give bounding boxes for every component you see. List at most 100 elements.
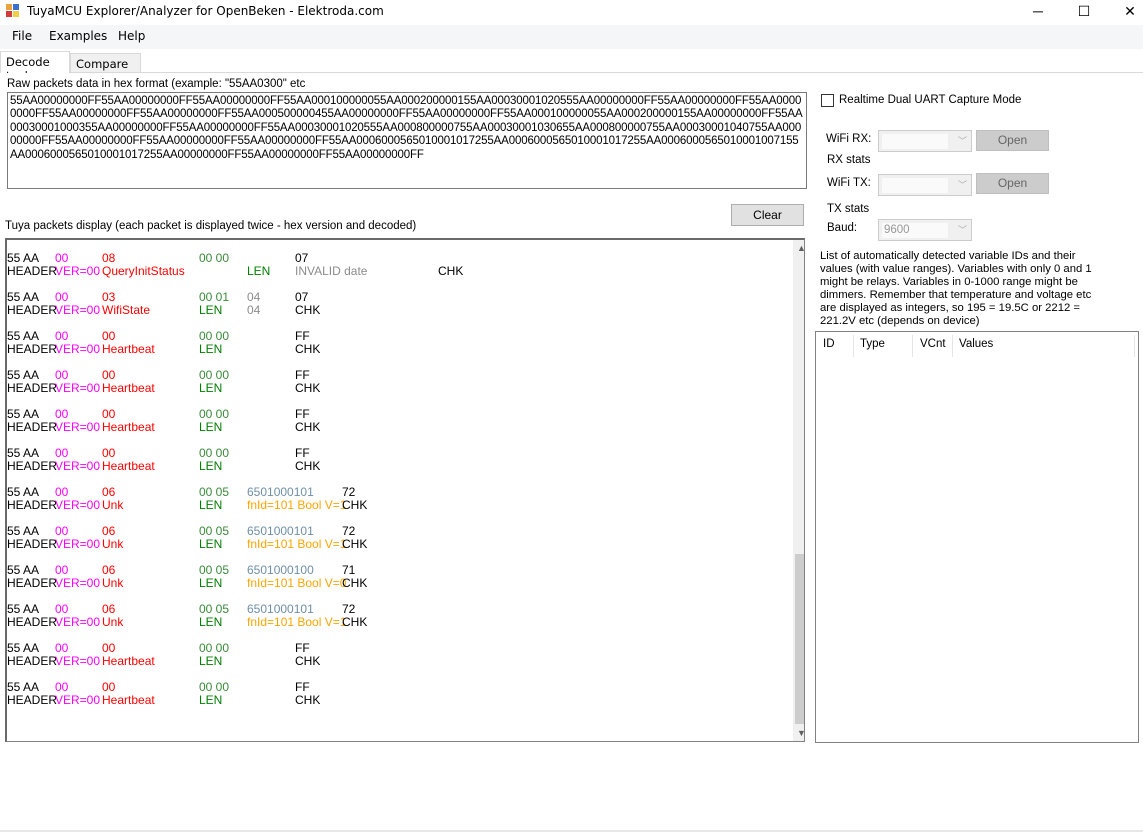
packet-decoded-data: fnId=101 Bool V=0 — [247, 576, 347, 590]
packet-decoded-data: fnId=101 Bool V=1 — [247, 498, 347, 512]
raw-hex-input[interactable]: 55AA00000000FF55AA00000000FF55AA00000000… — [7, 92, 807, 189]
menu-bar: File Examples Help — [0, 25, 1143, 49]
column-header-type[interactable]: Type — [860, 338, 885, 350]
packet-decoded-chk: CHK — [295, 693, 321, 707]
packet-decoded-data: fnId=101 Bool V=1 — [247, 615, 347, 629]
clear-button[interactable]: Clear — [731, 204, 804, 226]
baud-label: Baud: — [827, 222, 858, 234]
packet-decoded-header: HEADER — [7, 654, 58, 668]
packet-decoded-header: HEADER — [7, 420, 58, 434]
window-title: TuyaMCU Explorer/Analyzer for OpenBeken … — [27, 4, 384, 18]
packet-decoded-header: HEADER — [7, 303, 58, 317]
column-divider — [952, 335, 953, 357]
packet-entry: 55 AA 00 00 00 00 FF HEADER VER=00 Heartbeat LEN… — [7, 681, 787, 711]
packet-decoded-len: LEN — [199, 537, 223, 551]
packet-decoded-chk2: CHK — [342, 576, 368, 590]
packet-decoded-cmd: Heartbeat — [102, 342, 155, 356]
minimize-button[interactable]: ─ — [1015, 0, 1061, 25]
packet-entry: 55 AA 00 00 00 00 FF HEADER VER=00 Heartbeat LEN… — [7, 447, 787, 477]
packet-decoded-len: LEN — [199, 420, 223, 434]
rx-stats-label: RX stats — [827, 154, 871, 166]
packet-decoded-ver: VER=00 — [55, 654, 101, 668]
app-icon — [6, 4, 20, 18]
packet-decoded-chk: INVALID date — [295, 264, 368, 278]
variables-list[interactable]: ID Type VCnt Values — [815, 331, 1139, 743]
chevron-down-icon: ﹀ — [957, 180, 967, 190]
packet-decoded-header: HEADER — [7, 342, 58, 356]
wifi-tx-label: WiFi TX: — [827, 177, 871, 189]
open-tx-button[interactable]: Open — [976, 173, 1049, 194]
raw-data-label: Raw packets data in hex format (example:… — [7, 78, 306, 90]
scroll-up-icon[interactable]: ▲ — [793, 240, 804, 257]
scroll-thumb[interactable] — [795, 554, 804, 724]
packet-decoded-cmd: Unk — [102, 537, 124, 551]
packet-decoded-ver: VER=00 — [55, 693, 101, 707]
close-button[interactable]: ✕ — [1107, 0, 1143, 25]
packets-display[interactable]: 55 AA 00 08 00 00 07 HEADER VER=00 QueryInitSta… — [5, 238, 805, 742]
column-divider — [1134, 335, 1135, 357]
realtime-capture-checkbox[interactable] — [821, 94, 834, 107]
menu-examples[interactable]: Examples — [49, 29, 107, 43]
packet-entry: 55 AA 00 06 00 05 6501000101 72 HEADER VER=00 Un… — [7, 486, 787, 516]
packet-decoded-len: LEN — [199, 615, 223, 629]
baud-select[interactable]: 9600 ﹀ — [878, 219, 972, 241]
packet-decoded-len: LEN — [199, 342, 223, 356]
baud-value: 9600 — [882, 223, 948, 238]
packet-decoded-header: HEADER — [7, 615, 58, 629]
open-rx-button[interactable]: Open — [976, 130, 1049, 151]
packet-decoded-cmd: Unk — [102, 576, 124, 590]
packet-decoded-ver: VER=00 — [55, 381, 101, 395]
wifi-tx-select[interactable]: ﹀ — [878, 174, 972, 196]
packet-decoded-header: HEADER — [7, 693, 58, 707]
packet-entry: 55 AA 00 06 00 05 6501000100 71 HEADER VER=00 Un… — [7, 564, 787, 594]
tab-compare-tool[interactable]: Compare tool — [70, 53, 141, 85]
packets-display-label: Tuya packets display (each packet is dis… — [5, 220, 417, 232]
chevron-down-icon: ﹀ — [957, 136, 967, 146]
packet-hex-len: 00 00 — [199, 251, 230, 265]
packet-decoded-cmd: Heartbeat — [102, 693, 155, 707]
packet-decoded-chk: CHK — [295, 303, 321, 317]
packet-entry: 55 AA 00 06 00 05 6501000101 72 HEADER VER=00 Un… — [7, 525, 787, 555]
packet-decoded-cmd: Heartbeat — [102, 459, 155, 473]
column-header-vcnt[interactable]: VCnt — [920, 338, 946, 350]
packet-decoded-len: LEN — [199, 693, 223, 707]
tab-decode-tool[interactable]: Decode tool — [0, 51, 70, 83]
packet-decoded-len: LEN — [199, 303, 223, 317]
packet-decoded-chk2: CHK — [342, 498, 368, 512]
title-bar: TuyaMCU Explorer/Analyzer for OpenBeken … — [0, 0, 1143, 25]
wifi-rx-select[interactable]: ﹀ — [878, 130, 972, 152]
menu-help[interactable]: Help — [118, 29, 145, 43]
packet-decoded-data: fnId=101 Bool V=1 — [247, 537, 347, 551]
wifi-rx-label: WiFi RX: — [826, 133, 872, 145]
packet-decoded-header: HEADER — [7, 264, 58, 278]
packet-decoded-ver: VER=00 — [55, 537, 101, 551]
packet-decoded-cmd: WifiState — [102, 303, 151, 317]
packet-entry: 55 AA 00 00 00 00 FF HEADER VER=00 Heartbeat LEN… — [7, 408, 787, 438]
variables-info-text: List of automatically detected variable … — [820, 250, 1092, 327]
tx-stats-label: TX stats — [827, 203, 870, 215]
packet-decoded-cmd: Heartbeat — [102, 381, 155, 395]
packet-entry: 55 AA 00 00 00 00 FF HEADER VER=00 Heartbeat LEN… — [7, 642, 787, 672]
column-header-values[interactable]: Values — [959, 338, 993, 350]
vertical-scrollbar[interactable]: ▲ ▼ — [793, 240, 804, 741]
packet-decoded-chk: CHK — [295, 381, 321, 395]
chevron-down-icon: ﹀ — [957, 225, 967, 235]
realtime-capture-label: Realtime Dual UART Capture Mode — [839, 94, 1022, 106]
packet-decoded-chk: CHK — [295, 420, 321, 434]
column-header-id[interactable]: ID — [823, 338, 835, 350]
packet-decoded-ver: VER=00 — [55, 498, 101, 512]
packet-decoded-header: HEADER — [7, 459, 58, 473]
packet-decoded-chk: CHK — [295, 342, 321, 356]
column-divider — [853, 335, 854, 357]
packet-decoded-cmd: Unk — [102, 498, 124, 512]
menu-file[interactable]: File — [12, 29, 32, 43]
packet-decoded-data: LEN — [247, 264, 271, 278]
packet-decoded-chk2: CHK — [342, 537, 368, 551]
maximize-button[interactable]: ☐ — [1061, 0, 1107, 25]
packet-entry: 55 AA 00 06 00 05 6501000101 72 HEADER VER=00 Un… — [7, 603, 787, 633]
packet-decoded-ver: VER=00 — [55, 264, 101, 278]
column-divider — [912, 335, 913, 357]
packet-entry: 55 AA 00 00 00 00 FF HEADER VER=00 Heartbeat LEN… — [7, 330, 787, 360]
packet-decoded-header: HEADER — [7, 576, 58, 590]
scroll-down-icon[interactable]: ▼ — [793, 725, 804, 741]
